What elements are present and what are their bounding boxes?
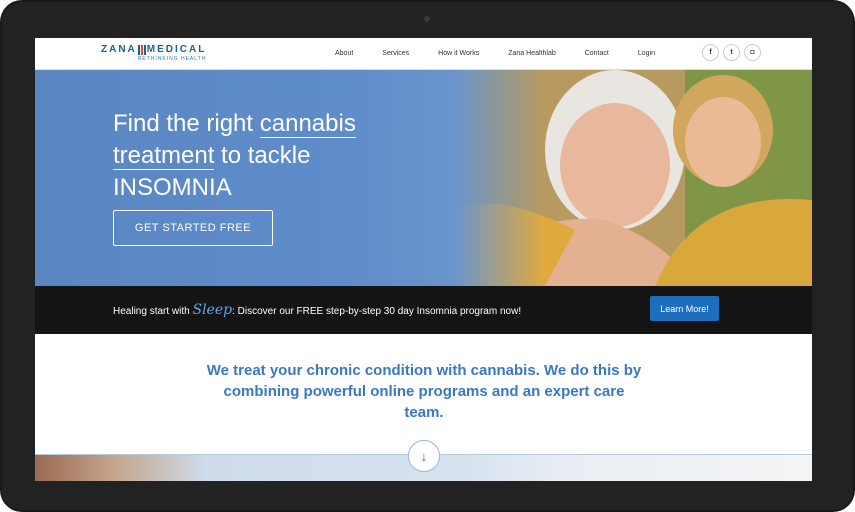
hero-headline: Find the right cannabis treatment to tac… <box>113 108 433 204</box>
instagram-icon[interactable]: ◘ <box>744 44 761 61</box>
twitter-icon[interactable]: t <box>723 44 740 61</box>
promo-suffix: : Discover our FREE step-by-step 30 day … <box>232 306 522 317</box>
social-links: f t ◘ <box>702 44 765 61</box>
facebook-icon[interactable]: f <box>702 44 719 61</box>
webcam <box>424 16 430 22</box>
promo-text: Healing start with Sleep: Discover our F… <box>113 302 521 318</box>
nav-item-how-it-works[interactable]: How it Works <box>438 50 479 57</box>
hero-photo-two-women <box>455 70 812 286</box>
logo-bars-icon <box>137 44 146 55</box>
nav-item-login[interactable]: Login <box>638 50 655 57</box>
nav-item-zana-healthlab[interactable]: Zana Healthlab <box>508 50 555 57</box>
intro-section: We treat your chronic condition with can… <box>35 334 812 454</box>
logo-right-text: MEDICAL <box>146 44 207 55</box>
learn-more-button[interactable]: Learn More! <box>650 296 719 321</box>
hero-headline-underlined: cannabis <box>259 110 356 138</box>
nav-item-contact[interactable]: Contact <box>585 50 609 57</box>
scroll-down-button[interactable]: ↓ <box>408 440 440 472</box>
monitor-frame: ZANA MEDICAL RETHINKING HEALTH About Ser… <box>0 0 855 512</box>
promo-script-word: Sleep <box>192 302 233 318</box>
hero-headline-part: to tackle <box>214 142 311 169</box>
hero-headline-condition: INSOMNIA <box>113 174 232 201</box>
hero-headline-underlined: treatment <box>113 142 215 170</box>
logo-left-text: ZANA <box>101 44 137 55</box>
logo[interactable]: ZANA MEDICAL RETHINKING HEALTH <box>101 44 206 62</box>
nav-item-about[interactable]: About <box>335 50 353 57</box>
website-screen: ZANA MEDICAL RETHINKING HEALTH About Ser… <box>35 38 812 481</box>
arrow-down-icon: ↓ <box>420 448 428 464</box>
logo-wordmark: ZANA MEDICAL <box>101 44 206 55</box>
hero-section: Find the right cannabis treatment to tac… <box>35 70 812 286</box>
logo-tagline: RETHINKING HEALTH <box>137 56 207 62</box>
main-menu: About Services How it Works Zana Healthl… <box>335 50 655 57</box>
top-navigation: ZANA MEDICAL RETHINKING HEALTH About Ser… <box>35 38 812 70</box>
promo-banner: Healing start with Sleep: Discover our F… <box>35 286 812 334</box>
nav-item-services[interactable]: Services <box>382 50 409 57</box>
intro-statement: We treat your chronic condition with can… <box>206 362 642 421</box>
promo-prefix: Healing start with <box>113 306 193 317</box>
hero-headline-part: Find the right <box>113 110 260 137</box>
get-started-button[interactable]: GET STARTED FREE <box>113 210 273 246</box>
